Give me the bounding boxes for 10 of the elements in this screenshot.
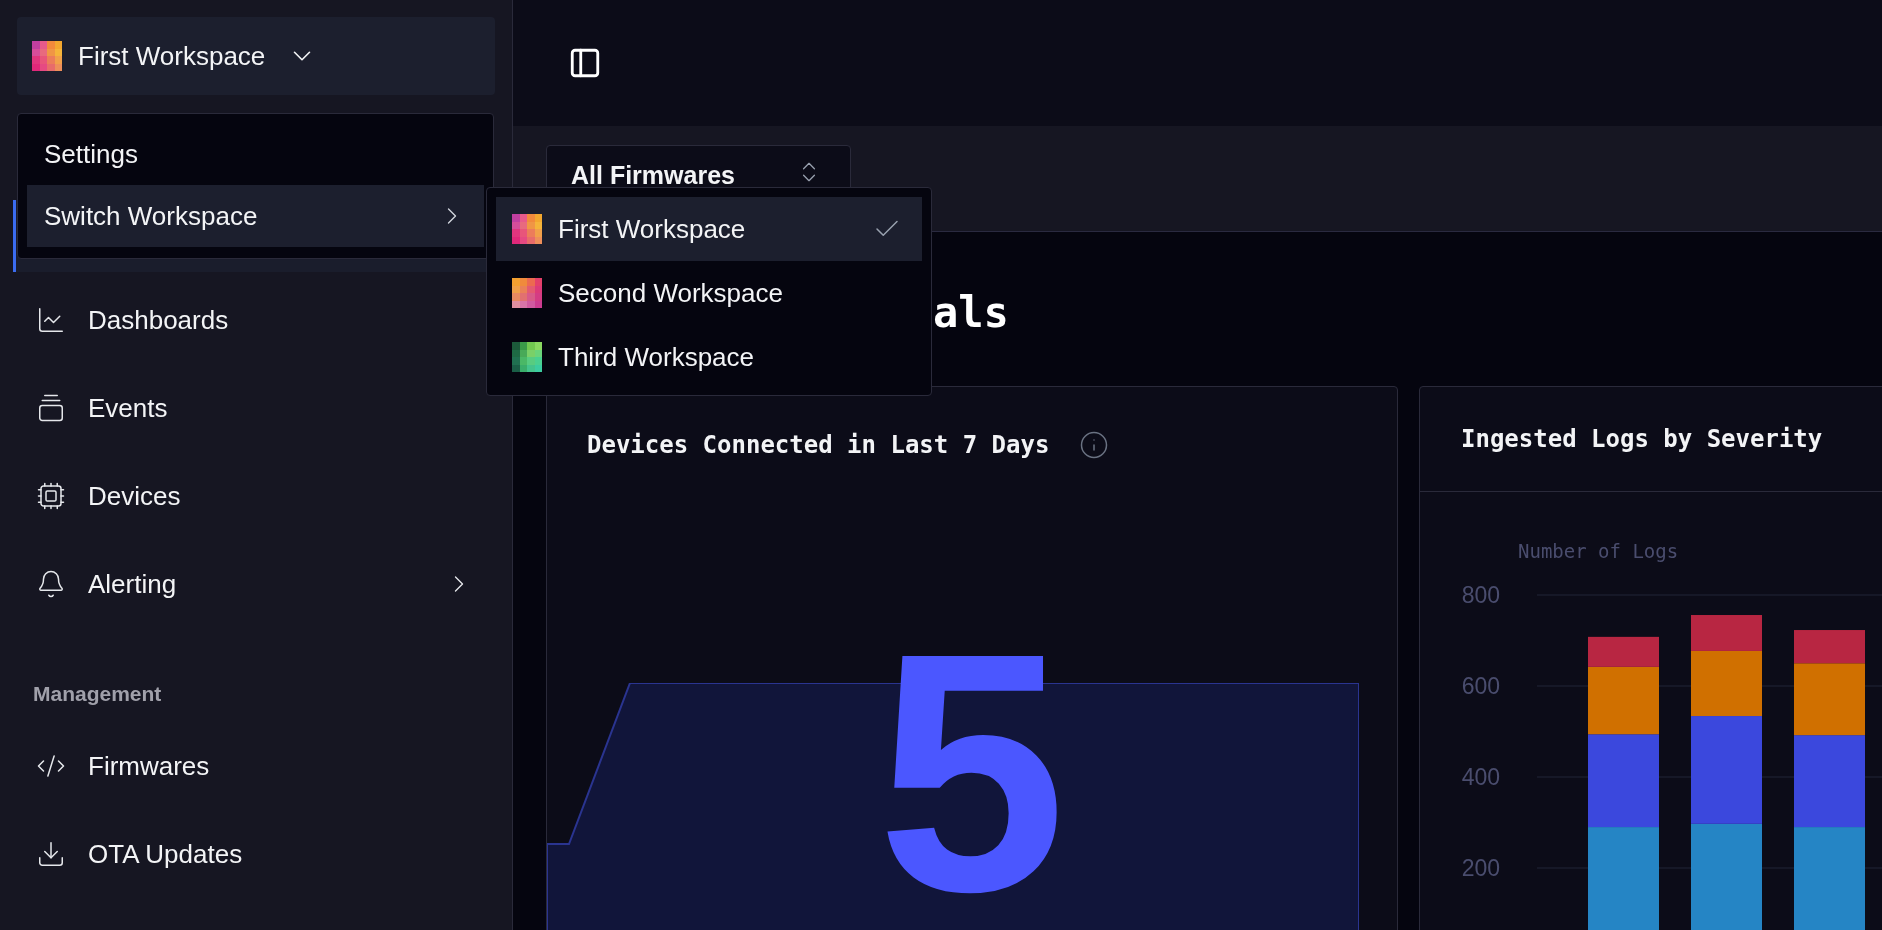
- page-heading: als: [933, 292, 1010, 339]
- y-tick-label: 200: [1461, 855, 1500, 881]
- y-tick-label: 400: [1461, 764, 1500, 790]
- y-axis-label: Number of Logs: [1518, 540, 1679, 562]
- y-tick-label: 800: [1461, 582, 1500, 608]
- y-tick-label: 600: [1461, 673, 1500, 699]
- section-heading: Management: [32, 681, 163, 707]
- big-number: 5: [877, 602, 1067, 930]
- card-title: Ingested Logs by Severity: [1461, 424, 1823, 455]
- card-title: Devices Connected in Last 7 Days: [587, 430, 1050, 461]
